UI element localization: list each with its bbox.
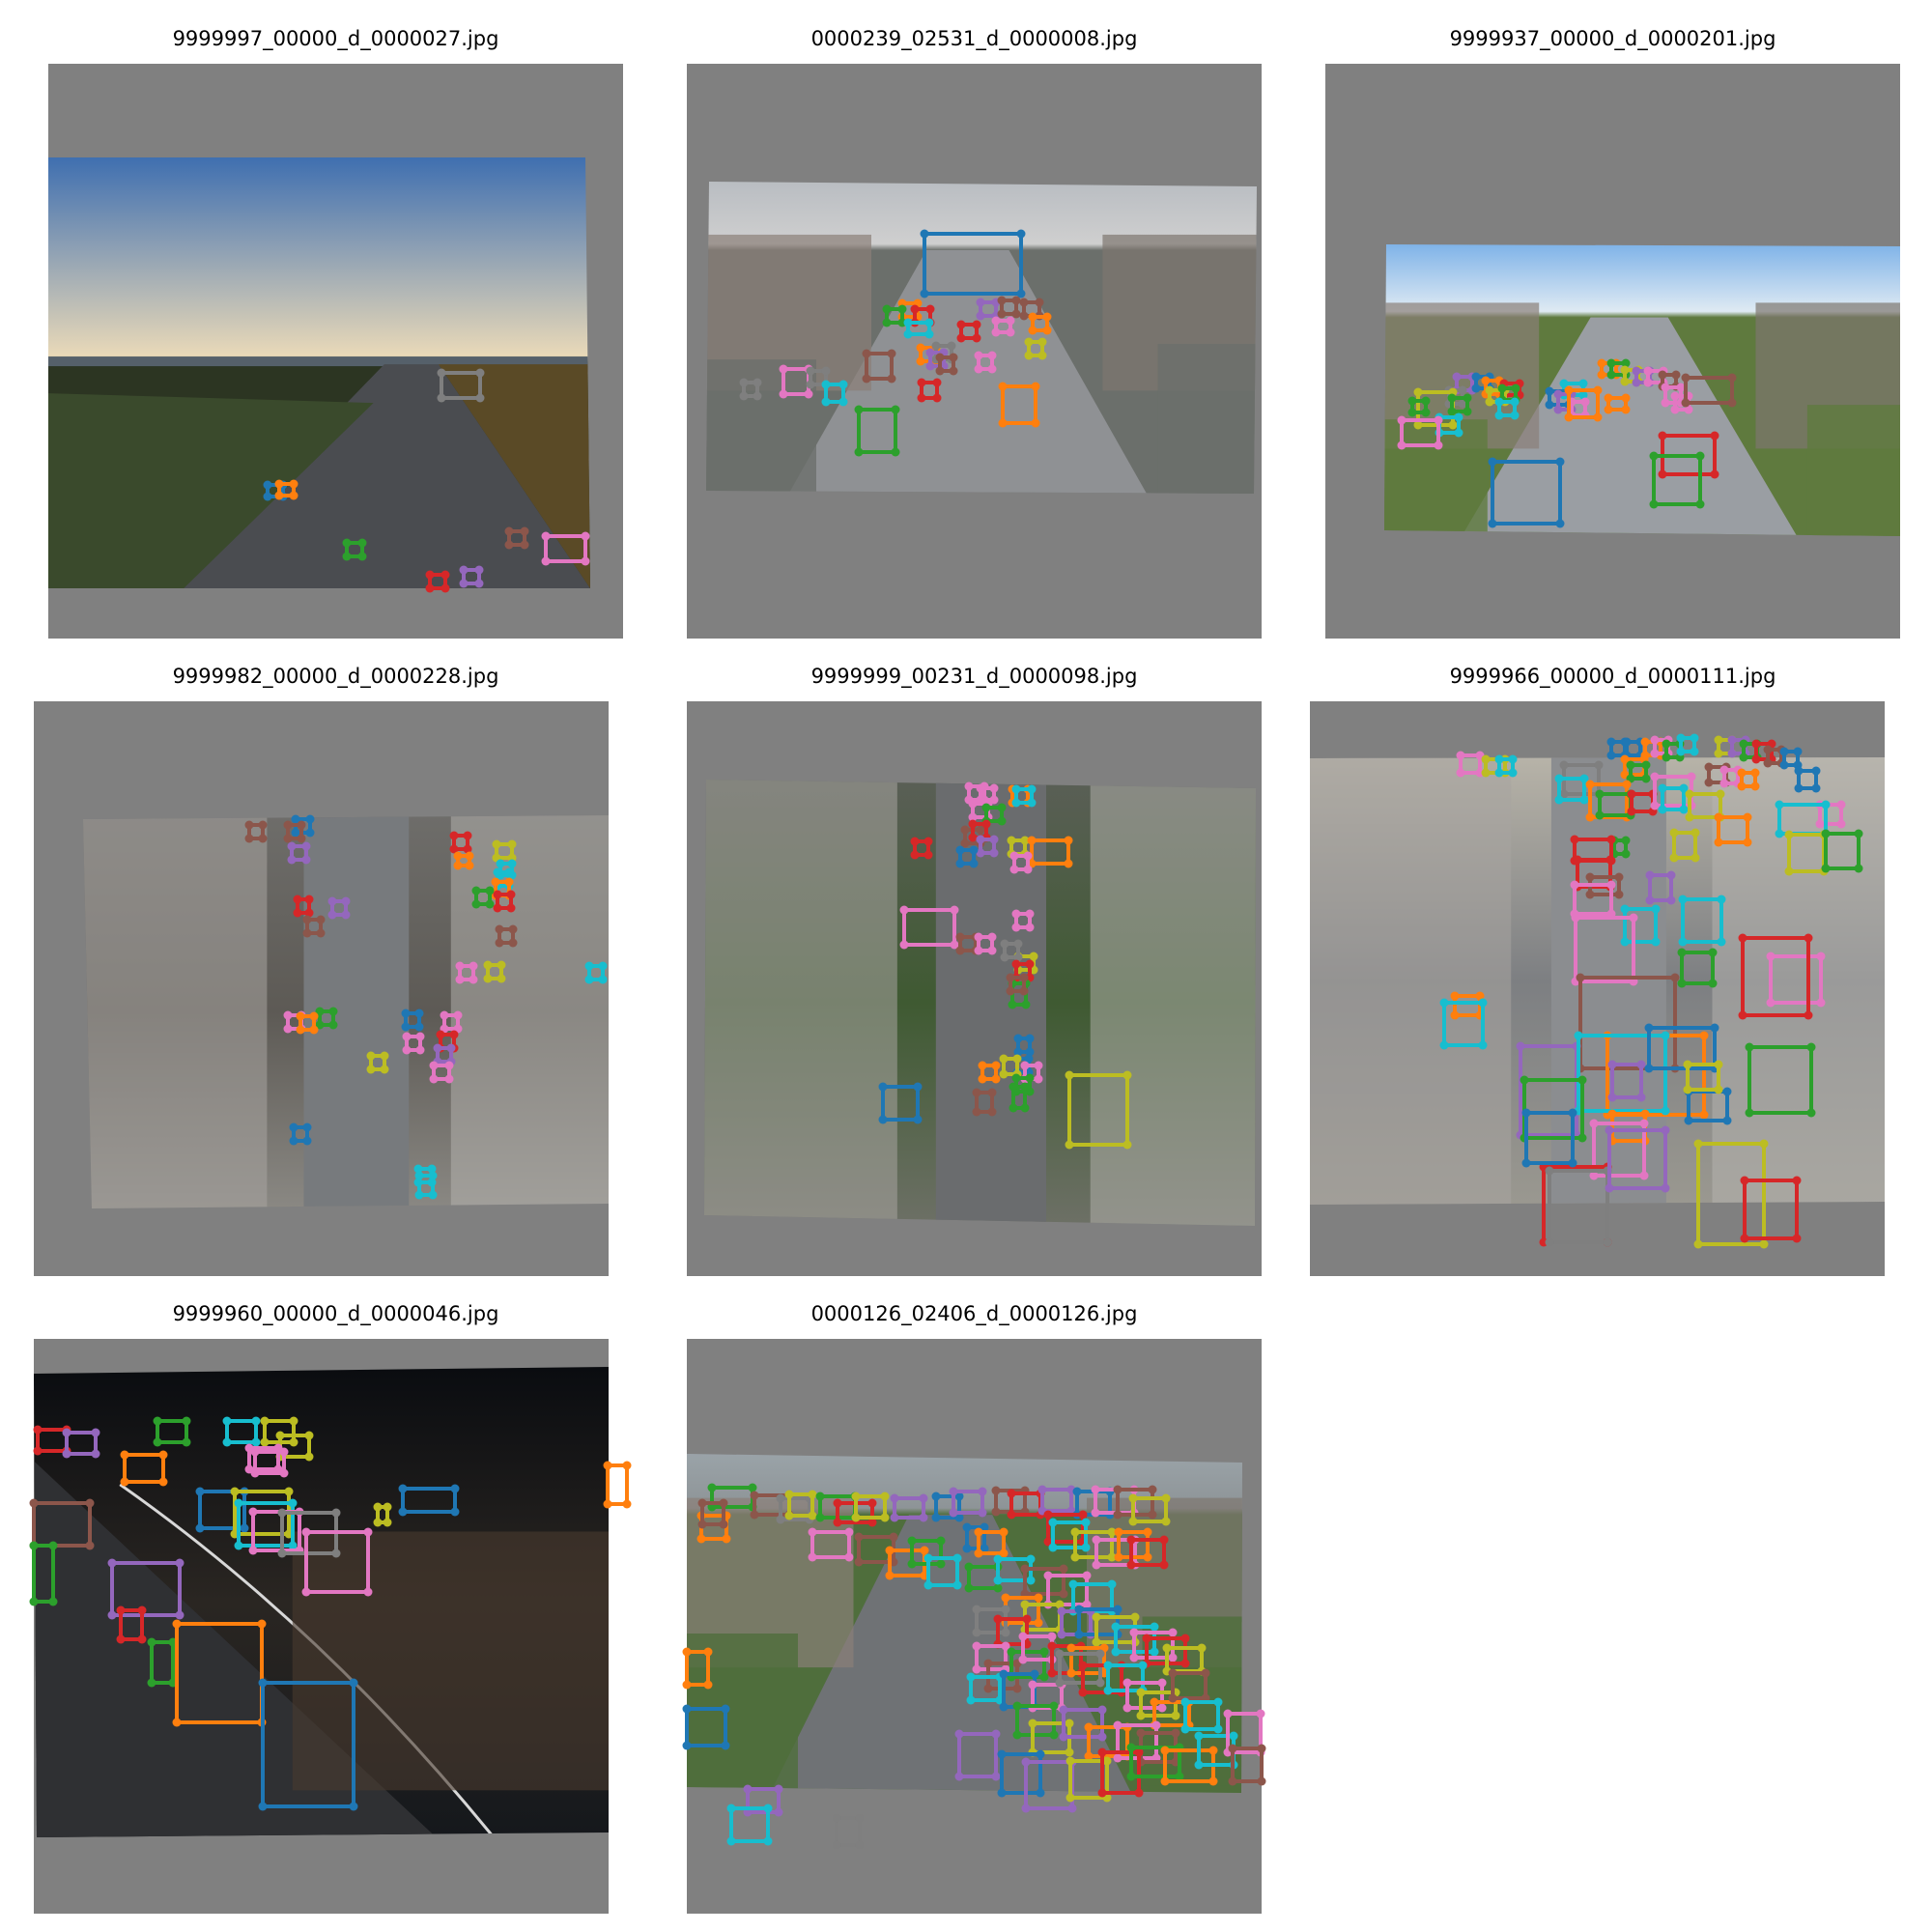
panel-title: 9999937_00000_d_0000201.jpg <box>1449 27 1776 50</box>
panel-6: 9999966_00000_d_0000111.jpg <box>1310 665 1885 1283</box>
image-canvas <box>1310 701 1885 1276</box>
image-canvas <box>48 64 623 639</box>
annotated-photo <box>1310 701 1885 1276</box>
panel-1: 9999997_00000_d_0000027.jpg <box>48 27 623 645</box>
annotated-photo <box>29 1339 632 1914</box>
image-canvas <box>687 64 1262 639</box>
bounding-box <box>603 1461 632 1509</box>
annotated-photo <box>1325 64 1900 639</box>
image-canvas <box>29 1339 632 1914</box>
panel-title: 9999960_00000_d_0000046.jpg <box>172 1302 499 1325</box>
annotated-photo <box>687 64 1262 639</box>
panel-2: 0000239_02531_d_0000008.jpg <box>687 27 1262 645</box>
annotated-photo <box>34 701 609 1276</box>
panel-title: 0000126_02406_d_0000126.jpg <box>810 1302 1138 1325</box>
panel-title: 9999966_00000_d_0000111.jpg <box>1449 665 1776 688</box>
image-canvas <box>687 701 1262 1276</box>
panel-title: 9999982_00000_d_0000228.jpg <box>172 665 499 688</box>
panel-7: 9999960_00000_d_0000046.jpg <box>29 1302 632 1920</box>
panel-title: 9999999_00231_d_0000098.jpg <box>810 665 1138 688</box>
image-canvas <box>1325 64 1900 639</box>
annotated-photo <box>48 64 623 639</box>
annotated-photo <box>687 701 1262 1276</box>
annotated-photo <box>682 1339 1266 1914</box>
panel-3: 9999937_00000_d_0000201.jpg <box>1325 27 1900 645</box>
panel-4: 9999982_00000_d_0000228.jpg <box>34 665 609 1283</box>
image-canvas <box>34 701 609 1276</box>
panel-title: 0000239_02531_d_0000008.jpg <box>810 27 1138 50</box>
image-canvas <box>682 1339 1266 1914</box>
panel-title: 9999997_00000_d_0000027.jpg <box>172 27 499 50</box>
panel-5: 9999999_00231_d_0000098.jpg <box>687 665 1262 1283</box>
panel-8: 0000126_02406_d_0000126.jpg <box>682 1302 1266 1920</box>
